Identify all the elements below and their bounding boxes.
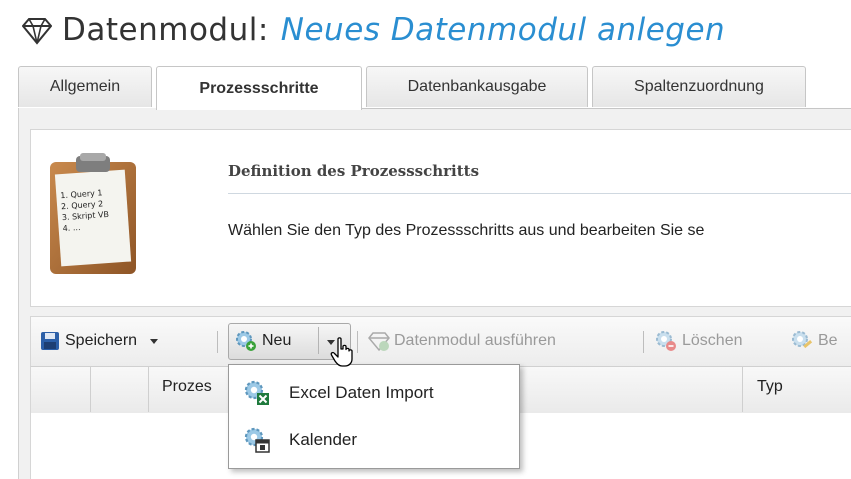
tab-label: Spaltenzuordnung: [634, 78, 764, 95]
delete-label: Löschen: [682, 332, 743, 349]
definition-divider: [228, 193, 851, 194]
toolbar-separator: [643, 331, 644, 353]
tab-allgemein[interactable]: Allgemein: [18, 66, 152, 107]
floppy-disk-icon: [41, 332, 59, 350]
tab-prozessschritte[interactable]: Prozessschritte: [156, 66, 362, 110]
column-header-process[interactable]: Prozes: [162, 378, 212, 396]
title-main: Datenmodul:: [62, 12, 269, 48]
definition-box: [30, 129, 851, 307]
svg-text:4. ...: 4. ...: [62, 223, 80, 233]
grid-column-divider: [742, 367, 743, 412]
diamond-gem-icon: [22, 18, 52, 45]
definition-text: Wählen Sie den Typ des Prozessschritts a…: [228, 222, 705, 239]
menu-item-label: Excel Daten Import: [289, 383, 434, 402]
toolbar-separator: [217, 331, 218, 353]
calendar-gear-icon: [244, 427, 270, 453]
grid-column-divider: [90, 367, 91, 412]
tab-label: Allgemein: [49, 78, 121, 95]
toolbar-separator: [357, 331, 358, 353]
new-dropdown-menu: Excel Daten Import Kalender: [228, 364, 520, 469]
new-split-divider: [318, 327, 319, 354]
hand-cursor-icon: [330, 337, 353, 367]
save-label: Speichern: [65, 332, 138, 349]
gear-delete-icon: [656, 331, 676, 351]
delete-button[interactable]: Löschen: [654, 326, 743, 356]
new-button-content[interactable]: Neu: [234, 326, 291, 356]
definition-title: Definition des Prozessschritts: [228, 162, 480, 180]
tab-spaltenzuordnung[interactable]: Spaltenzuordnung: [592, 66, 806, 107]
tab-label: Datenbankausgabe: [407, 78, 547, 95]
chevron-down-icon[interactable]: [149, 336, 159, 346]
clipboard-icon: 1. Query 1 2. Query 2 3. Skript VB 4. ..…: [50, 153, 136, 274]
title-sub: Neues Datenmodul anlegen: [280, 12, 726, 48]
grid-column-divider: [148, 367, 149, 412]
column-header-type[interactable]: Typ: [757, 378, 783, 396]
tab-divider: [360, 108, 851, 109]
edit-button[interactable]: Be: [790, 326, 838, 356]
diamond-run-icon: [368, 332, 390, 352]
gear-add-icon: [236, 331, 256, 351]
run-datamodule-button[interactable]: Datenmodul ausführen: [368, 326, 556, 356]
menu-item-excel-import[interactable]: Excel Daten Import: [237, 373, 511, 413]
tab-datenbankausgabe[interactable]: Datenbankausgabe: [366, 66, 588, 107]
excel-gear-icon: [244, 380, 269, 405]
page-title: Datenmodul: Neues Datenmodul anlegen: [22, 10, 725, 50]
tab-label: Prozessschritte: [199, 79, 319, 97]
save-button[interactable]: Speichern: [40, 326, 159, 356]
menu-item-label: Kalender: [289, 430, 358, 449]
new-label: Neu: [262, 332, 292, 349]
run-label: Datenmodul ausführen: [394, 332, 556, 349]
edit-label: Be: [818, 332, 838, 349]
menu-item-calendar[interactable]: Kalender: [237, 420, 511, 460]
gear-edit-icon: [792, 331, 813, 349]
